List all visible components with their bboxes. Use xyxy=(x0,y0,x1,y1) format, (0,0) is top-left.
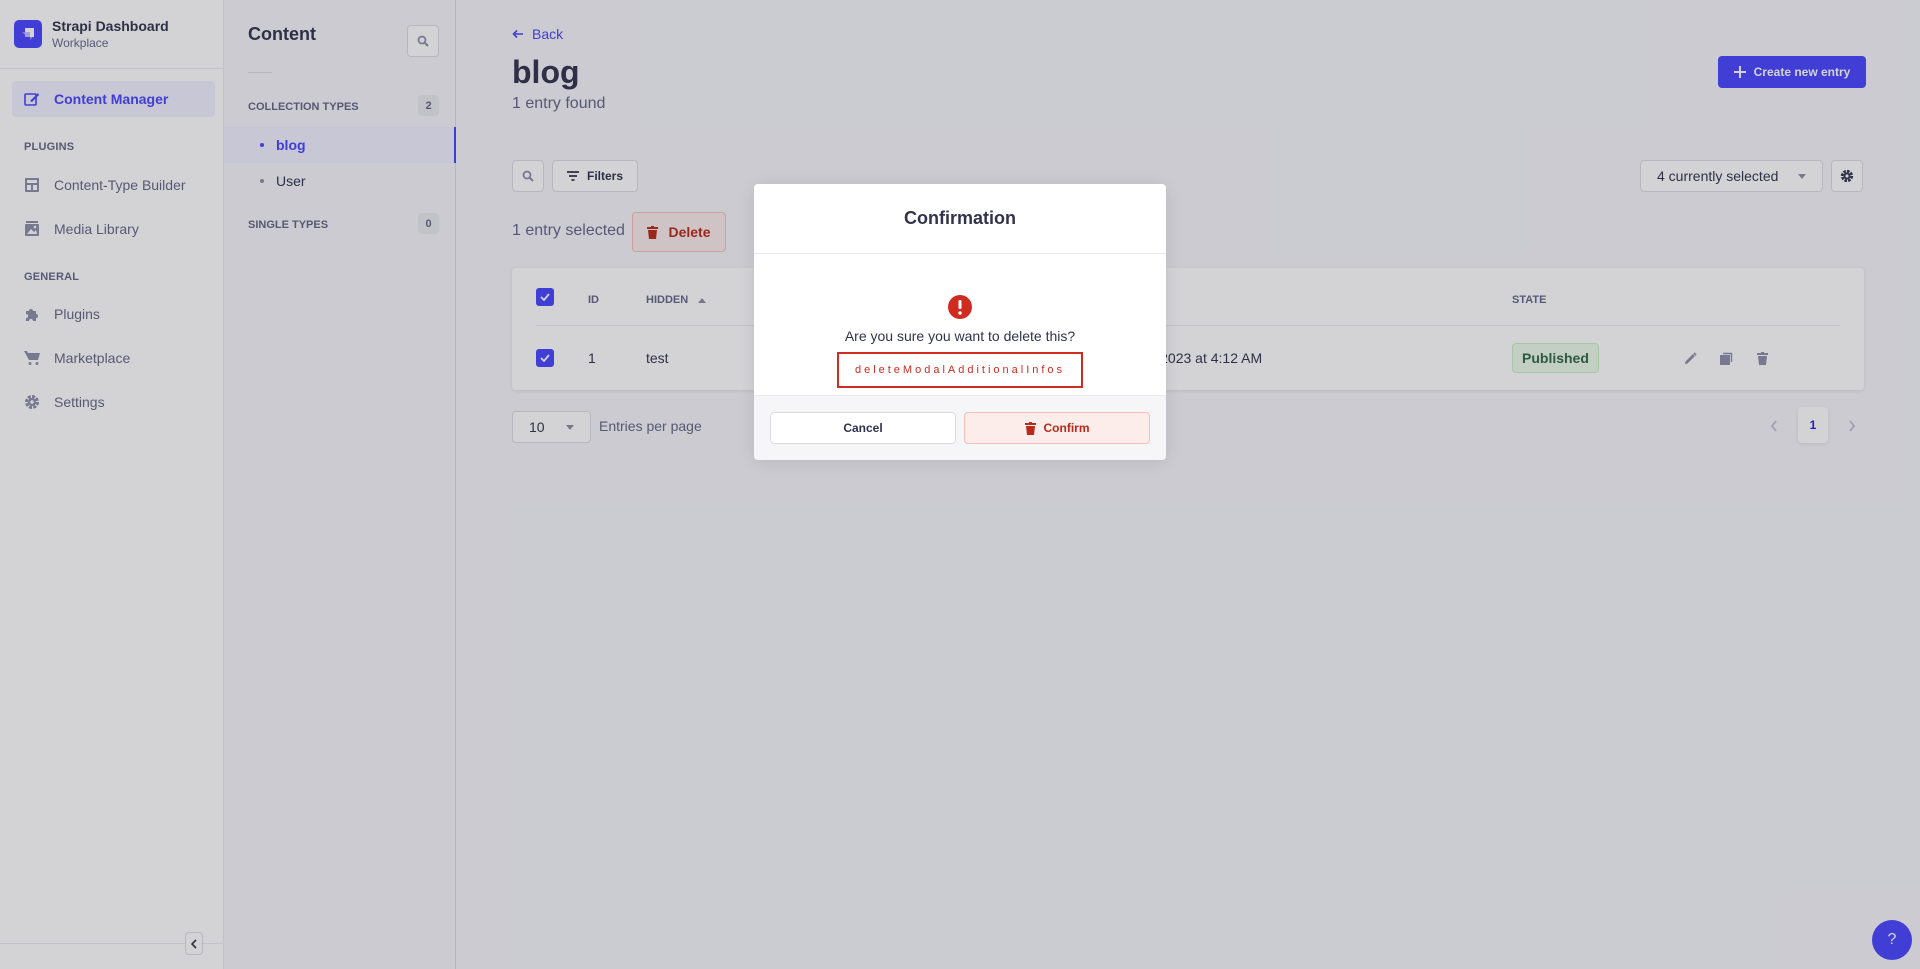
trash-icon xyxy=(1024,421,1036,435)
exclamation-circle-icon xyxy=(948,295,972,324)
confirm-delete-button[interactable]: Confirm xyxy=(964,412,1150,444)
modal-backdrop[interactable] xyxy=(0,0,1920,969)
confirmation-dialog: Confirmation Are you sure you want to de… xyxy=(754,184,1166,460)
confirm-label: Confirm xyxy=(1043,421,1090,435)
dialog-footer: Cancel Confirm xyxy=(754,395,1166,460)
dialog-title: Confirmation xyxy=(754,184,1166,254)
dialog-additional-info: deleteModalAdditionalInfos xyxy=(837,352,1083,388)
cancel-button[interactable]: Cancel xyxy=(770,412,956,444)
dialog-message: Are you sure you want to delete this? xyxy=(844,328,1076,344)
